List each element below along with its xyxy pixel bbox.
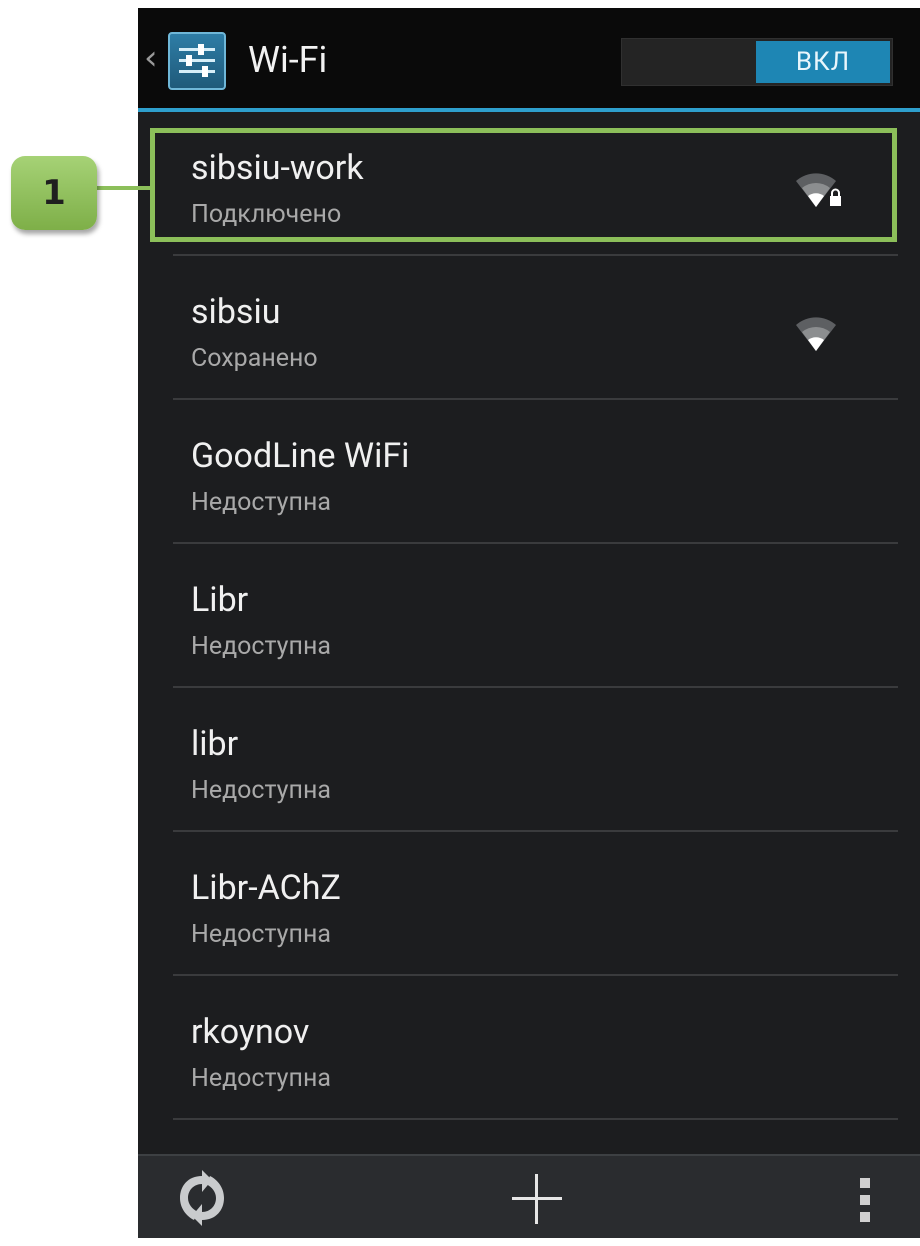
network-item[interactable]: libr Недоступна xyxy=(138,688,920,832)
network-list: sibsiu-work Подключено sibsiu Сохранено xyxy=(138,112,920,1120)
network-ssid: Libr xyxy=(191,580,249,620)
page-title: Wi-Fi xyxy=(248,39,328,81)
wifi-toggle[interactable]: ВКЛ xyxy=(621,38,893,86)
callout-connector xyxy=(94,186,152,190)
network-status: Недоступна xyxy=(191,776,331,805)
callout-badge: 1 xyxy=(11,156,97,230)
toggle-on-label: ВКЛ xyxy=(756,41,890,83)
network-status: Недоступна xyxy=(191,488,331,517)
connected-network-highlight xyxy=(150,128,897,242)
network-item[interactable]: rkoynov Недоступна xyxy=(138,976,920,1120)
network-status: Недоступна xyxy=(191,920,331,949)
network-status: Недоступна xyxy=(191,1064,331,1093)
action-bar: ‹ Wi-Fi ВКЛ xyxy=(138,8,920,108)
settings-sliders-icon[interactable] xyxy=(168,32,226,90)
network-ssid: sibsiu xyxy=(191,292,281,332)
network-status: Сохранено xyxy=(191,344,318,373)
network-item[interactable]: sibsiu Сохранено xyxy=(138,256,920,400)
network-ssid: libr xyxy=(191,724,239,764)
network-ssid: rkoynov xyxy=(191,1012,310,1052)
add-icon[interactable] xyxy=(508,1170,566,1228)
back-chevron-icon[interactable]: ‹ xyxy=(144,38,166,78)
list-divider xyxy=(173,1118,898,1120)
overflow-menu-icon[interactable] xyxy=(858,1176,872,1224)
network-status: Недоступна xyxy=(191,632,331,661)
network-ssid: Libr-AChZ xyxy=(191,868,341,908)
wps-icon[interactable] xyxy=(174,1170,230,1226)
wifi-icon xyxy=(796,317,836,351)
network-item[interactable]: Libr-AChZ Недоступна xyxy=(138,832,920,976)
network-item[interactable]: Libr Недоступна xyxy=(138,544,920,688)
network-ssid: GoodLine WiFi xyxy=(191,436,410,476)
network-item[interactable]: GoodLine WiFi Недоступна xyxy=(138,400,920,544)
